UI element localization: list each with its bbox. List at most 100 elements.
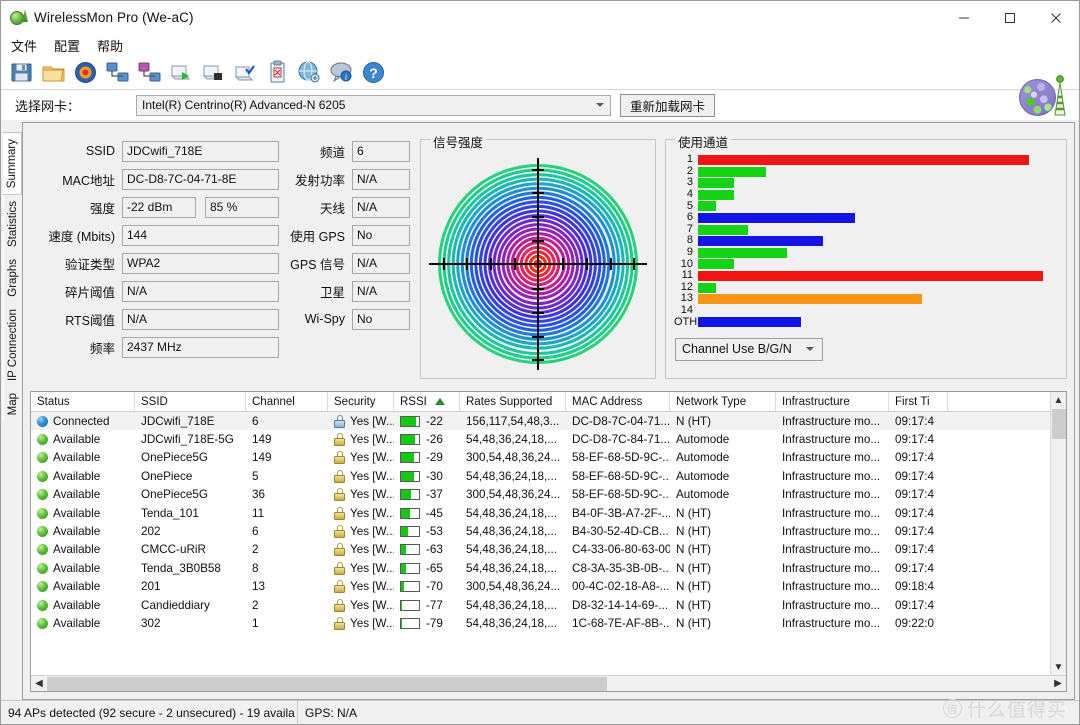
signal-meter-icon [400,434,420,446]
table-header-infra[interactable]: Infrastructure [776,392,889,411]
status-gps: GPS: N/A [305,705,358,720]
table-row[interactable]: Available CMCC-uRiR 2 Yes [W... -63 54,48,36,… [31,541,1066,559]
tab-map[interactable]: Map [2,386,22,422]
field-ssid-value[interactable]: JDCwifi_718E [122,140,279,162]
field-strength-percent[interactable]: 85 % [205,196,279,218]
table-header-ssid[interactable]: SSID [135,392,246,411]
table-row[interactable]: Available Candieddiary 2 Yes [W... -77 54,48,… [31,596,1066,614]
field-use-gps-value[interactable]: No [352,224,410,246]
table-row[interactable]: Available Tenda_101 11 Yes [W... -45 54,48,36… [31,504,1066,522]
channel-bar-label: 5 [686,199,693,212]
summary-top-area: SSID JDCwifi_718E MAC地址 DC-D8-7C-04-71-8… [30,131,1067,383]
table-cell-firsttime: 09:22:0 [895,616,934,630]
table-header-nettype[interactable]: Network Type [670,392,776,411]
open-folder-icon[interactable] [40,59,67,86]
table-header-channel[interactable]: Channel [246,392,328,411]
save-icon[interactable] [8,59,35,86]
field-strength-dbm[interactable]: -22 dBm [122,196,196,218]
field-rts-threshold-value[interactable]: N/A [122,308,279,330]
field-antenna-value[interactable]: N/A [352,196,410,218]
field-channel-label: 频道 [319,145,345,160]
table-header-label: MAC Address [572,395,643,408]
field-satellite-value[interactable]: N/A [352,280,410,302]
table-header-mac[interactable]: MAC Address [566,392,670,411]
field-frag-threshold-value[interactable]: N/A [122,280,279,302]
rssi-value: -53 [426,525,443,539]
watermark-text: 什么值得买 [966,700,1067,721]
table-header-status[interactable]: Status [31,392,135,411]
vertical-scroll-thumb[interactable] [1051,409,1066,439]
channel-bar-label: 7 [686,222,693,235]
table-row[interactable]: Available JDCwifi_718E-5G 149 Yes [W... -26 5… [31,430,1066,448]
channel-bar-row: 9 [674,247,1054,259]
session-start-icon[interactable] [168,59,195,86]
scroll-left-icon[interactable]: ◀ [31,676,47,692]
field-mac-value[interactable]: DC-D8-7C-04-71-8E [122,168,279,190]
field-gps-signal-label: GPS 信号 [290,257,345,272]
table-row[interactable]: Available OnePiece 5 Yes [W... -30 54,48,36,2… [31,467,1066,485]
table-cell-mac: C4-33-06-80-63-00 [572,543,670,557]
table-row[interactable]: Available 202 6 Yes [W... -53 54,48,36,24,18,… [31,522,1066,540]
field-gps-signal-value[interactable]: N/A [352,252,410,274]
table-header-firsttime[interactable]: First Ti [889,392,948,411]
field-speed-label: 速度 (Mbits) [48,229,115,244]
scroll-down-icon[interactable]: ▼ [1051,659,1067,675]
field-frequency-value[interactable]: 2437 MHz [122,336,279,358]
channel-bar [698,236,823,247]
table-horizontal-scrollbar[interactable]: ◀ ▶ [31,675,1066,691]
tab-graphs[interactable]: Graphs [2,253,22,303]
table-header-rates[interactable]: Rates Supported [460,392,566,411]
close-button[interactable] [1033,1,1079,34]
signal-meter-icon [400,581,420,593]
table-row[interactable]: Connected JDCwifi_718E 6 Yes [W... -22 156,11… [31,412,1066,431]
radar-tick [490,257,492,270]
field-speed-value[interactable]: 144 [122,224,279,246]
field-channel-value[interactable]: 6 [352,140,410,162]
table-cell-rssi: -45 [394,504,460,522]
table-cell-channel: 13 [252,580,266,594]
scroll-right-icon[interactable]: ▶ [1050,676,1066,692]
record-icon[interactable] [72,59,99,86]
minimize-button[interactable] [941,1,987,34]
channel-bar-label: 10 [680,257,693,270]
globe-search-icon[interactable] [296,59,323,86]
menu-item-help[interactable]: 帮助 [97,36,123,55]
clipboard-icon[interactable] [264,59,291,86]
table-header-label: RSSI [400,395,427,408]
field-auth-type-value[interactable]: WPA2 [122,252,279,274]
network-add-icon[interactable] [104,59,131,86]
report-check-icon[interactable] [232,59,259,86]
network-remove-icon[interactable] [136,59,163,86]
menu-item-file[interactable]: 文件 [11,36,37,55]
horizontal-scroll-thumb[interactable] [47,677,607,691]
table-row[interactable]: Available OnePiece5G 36 Yes [W... -37 300,54,… [31,486,1066,504]
maximize-button[interactable] [987,1,1033,34]
session-stop-icon[interactable] [200,59,227,86]
field-wispy-value[interactable]: No [352,308,410,330]
table-cell-nettype: N (HT) [676,561,712,575]
radar-tick [466,257,468,270]
table-vertical-scrollbar[interactable]: ▲ ▼ [1050,392,1066,675]
table-cell-nettype: N (HT) [676,414,712,428]
table-row[interactable]: Available 302 1 Yes [W... -79 54,48,36,24,18,… [31,614,1066,632]
table-row[interactable]: Available Tenda_3B0B58 8 Yes [W... -65 54,48,… [31,559,1066,577]
tab-ip-connection[interactable]: IP Connection [2,302,22,387]
table-row[interactable]: Available OnePiece5G 149 Yes [W... -29 300,54… [31,449,1066,467]
menu-item-config[interactable]: 配置 [54,36,80,55]
tab-summary[interactable]: Summary [2,132,22,196]
channel-bar-track [698,247,1054,259]
table-row[interactable]: Available 201 13 Yes [W... -70 300,54,48,36,2… [31,578,1066,596]
field-tx-power-value[interactable]: N/A [352,168,410,190]
security-label: Yes [W... [350,580,394,594]
table-header-rssi[interactable]: RSSI [394,392,460,411]
adapter-select[interactable]: Intel(R) Centrino(R) Advanced-N 6205 [136,94,611,116]
reload-adapter-button[interactable]: 重新加载网卡 [620,93,716,117]
help-icon[interactable]: ? [360,59,387,86]
comment-info-icon[interactable]: i [328,59,355,86]
channel-bar-track [698,212,1054,224]
tab-statistics[interactable]: Statistics [2,195,22,254]
channel-use-mode-select[interactable]: Channel Use B/G/N [675,337,823,361]
scroll-up-icon[interactable]: ▲ [1051,392,1067,408]
table-cell-infra: Infrastructure mo... [782,580,881,594]
table-header-security[interactable]: Security [328,392,394,411]
